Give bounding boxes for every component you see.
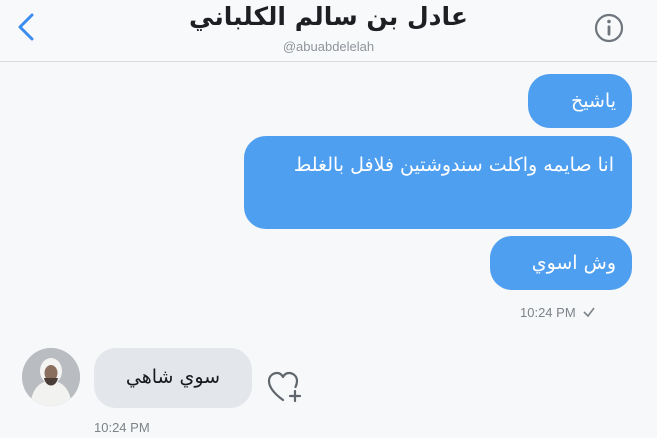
heart-plus-icon[interactable]	[266, 370, 304, 404]
contact-name[interactable]: عادل بن سالم الكلباني	[0, 2, 657, 31]
message-text: وش اسوي	[531, 252, 616, 274]
message-text: ياشيخ	[571, 90, 616, 112]
outgoing-timestamp: 10:24 PM	[520, 305, 596, 320]
avatar[interactable]	[22, 348, 80, 406]
conversation-header: عادل بن سالم الكلباني @abuabdelelah	[0, 0, 657, 62]
outgoing-message-bubble[interactable]: وش اسوي	[490, 236, 632, 290]
message-time: 10:24 PM	[520, 305, 576, 320]
outgoing-message-bubble[interactable]: ياشيخ	[528, 74, 632, 128]
contact-handle: @abuabdelelah	[282, 39, 375, 54]
message-text: انا صايمه واكلت سندوشتين فلافل بالغلط	[293, 154, 614, 176]
outgoing-message-bubble[interactable]: انا صايمه واكلت سندوشتين فلافل بالغلط	[244, 136, 632, 229]
incoming-message-bubble[interactable]: سوي شاهي	[94, 348, 252, 408]
info-circle-icon[interactable]	[593, 12, 625, 44]
message-text: سوي شاهي	[125, 366, 221, 388]
checkmark-icon	[583, 307, 595, 318]
incoming-timestamp: 10:24 PM	[94, 420, 150, 435]
avatar-image	[22, 348, 80, 406]
